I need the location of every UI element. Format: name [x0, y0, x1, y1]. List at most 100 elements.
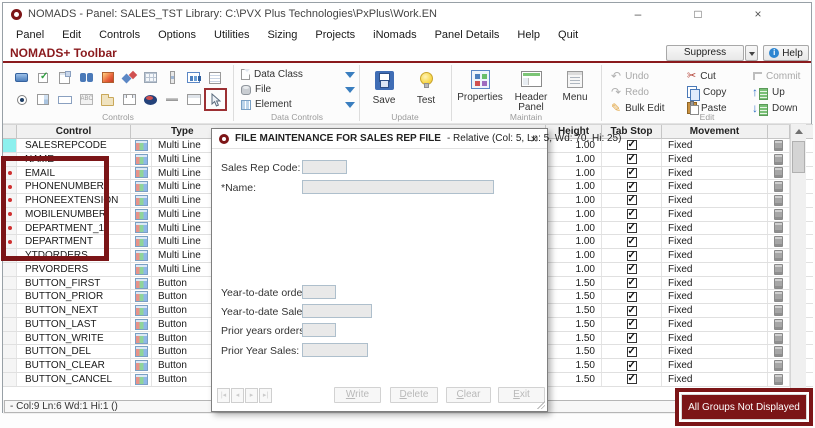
listview-control-icon[interactable]: [207, 69, 224, 86]
chart-control-icon[interactable]: [185, 69, 202, 86]
save-button[interactable]: Save: [365, 68, 403, 106]
tab-stop-checkbox[interactable]: [602, 290, 662, 303]
undo-button[interactable]: ↶ Undo: [611, 69, 649, 83]
menu-options[interactable]: Options: [149, 25, 205, 45]
row-action-button[interactable]: [768, 208, 790, 221]
row-selector-cell[interactable]: [3, 153, 17, 166]
tab-stop-checkbox[interactable]: [602, 263, 662, 276]
tab-stop-checkbox[interactable]: [602, 332, 662, 345]
height-cell[interactable]: 1.00: [546, 249, 602, 262]
row-selector-cell[interactable]: [3, 332, 17, 345]
control-name-cell[interactable]: BUTTON_PRIOR: [17, 290, 131, 303]
control-name-cell[interactable]: DEPARTMENT: [17, 235, 131, 248]
tab-stop-checkbox[interactable]: [602, 345, 662, 358]
menu-controls[interactable]: Controls: [90, 25, 149, 45]
movement-cell[interactable]: Fixed: [662, 332, 768, 345]
row-selector-cell[interactable]: [3, 139, 17, 152]
movement-cell[interactable]: Fixed: [662, 194, 768, 207]
prior-record-button[interactable]: [231, 388, 244, 403]
help-button[interactable]: Help: [763, 45, 809, 61]
menu-panel-details[interactable]: Panel Details: [426, 25, 509, 45]
checkbox-control-icon[interactable]: [35, 69, 52, 86]
row-selector-cell[interactable]: [3, 167, 17, 180]
control-name-cell[interactable]: SALESREPCODE: [17, 139, 131, 152]
row-selector-cell[interactable]: [3, 318, 17, 331]
height-cell[interactable]: 1.50: [546, 277, 602, 290]
control-name-cell[interactable]: NAME: [17, 153, 131, 166]
row-action-button[interactable]: [768, 180, 790, 193]
menu-button[interactable]: Menu: [555, 67, 595, 103]
control-name-cell[interactable]: BUTTON_NEXT: [17, 304, 131, 317]
row-action-button[interactable]: [768, 373, 790, 386]
menu-utilities[interactable]: Utilities: [205, 25, 258, 45]
control-name-cell[interactable]: PHONENUMBER: [17, 180, 131, 193]
height-cell[interactable]: 1.50: [546, 359, 602, 372]
movement-cell[interactable]: Fixed: [662, 304, 768, 317]
element-dropdown-icon[interactable]: [345, 102, 355, 108]
tab-stop-checkbox[interactable]: [602, 153, 662, 166]
menu-sizing[interactable]: Sizing: [258, 25, 306, 45]
row-selector-cell[interactable]: [3, 235, 17, 248]
height-cell[interactable]: 1.50: [546, 373, 602, 386]
row-selector-cell[interactable]: [3, 222, 17, 235]
grid-control-icon[interactable]: [142, 69, 159, 86]
control-name-cell[interactable]: BUTTON_WRITE: [17, 332, 131, 345]
frame-control-icon[interactable]: [185, 91, 202, 108]
separator-control-icon[interactable]: [164, 91, 181, 108]
row-selector-cell[interactable]: [3, 208, 17, 221]
movement-cell[interactable]: Fixed: [662, 263, 768, 276]
maximize-button[interactable]: □: [685, 3, 711, 25]
row-action-button[interactable]: [768, 222, 790, 235]
control-name-cell[interactable]: BUTTON_DEL: [17, 345, 131, 358]
row-action-button[interactable]: [768, 167, 790, 180]
menu-inomads[interactable]: iNomads: [364, 25, 425, 45]
row-action-button[interactable]: [768, 153, 790, 166]
write-button[interactable]: Write: [334, 387, 381, 403]
tab-stop-checkbox[interactable]: [602, 304, 662, 317]
movement-cell[interactable]: Fixed: [662, 249, 768, 262]
dataclass-control-icon[interactable]: [121, 69, 138, 86]
folder-control-icon[interactable]: [99, 91, 116, 108]
control-name-cell[interactable]: PRVORDERS: [17, 263, 131, 276]
control-name-cell[interactable]: YTDORDERS: [17, 249, 131, 262]
radiobutton-control-icon[interactable]: [13, 91, 30, 108]
tab-stop-checkbox[interactable]: [602, 277, 662, 290]
pointer-control-icon[interactable]: [207, 91, 224, 108]
movement-cell[interactable]: Fixed: [662, 222, 768, 235]
textbox-control-icon[interactable]: [56, 91, 73, 108]
movement-cell[interactable]: Fixed: [662, 235, 768, 248]
resize-grip[interactable]: [536, 400, 545, 409]
height-cell[interactable]: 1.00: [546, 235, 602, 248]
movement-cell[interactable]: Fixed: [662, 318, 768, 331]
header-movement[interactable]: Movement: [662, 125, 768, 138]
query-control-icon[interactable]: [78, 69, 95, 86]
menu-projects[interactable]: Projects: [306, 25, 364, 45]
row-action-button[interactable]: [768, 318, 790, 331]
tab-stop-checkbox[interactable]: [602, 359, 662, 372]
movement-cell[interactable]: Fixed: [662, 180, 768, 193]
control-name-cell[interactable]: BUTTON_FIRST: [17, 277, 131, 290]
height-cell[interactable]: 1.00: [546, 263, 602, 276]
test-button[interactable]: Test: [407, 68, 445, 106]
dialog-close-button[interactable]: ×: [526, 131, 542, 147]
ytd-sales-input[interactable]: [302, 304, 372, 318]
tab-stop-checkbox[interactable]: [602, 373, 662, 386]
row-action-button[interactable]: [768, 194, 790, 207]
dialog-title-bar[interactable]: FILE MAINTENANCE FOR SALES REP FILE - Re…: [212, 129, 547, 149]
redo-button[interactable]: ↷ Redo: [611, 85, 649, 99]
control-name-cell[interactable]: BUTTON_LAST: [17, 318, 131, 331]
menu-quit[interactable]: Quit: [549, 25, 587, 45]
movement-cell[interactable]: Fixed: [662, 277, 768, 290]
clear-button[interactable]: Clear: [446, 387, 491, 403]
movement-cell[interactable]: Fixed: [662, 167, 768, 180]
cut-button[interactable]: ✂ Cut: [687, 69, 716, 83]
control-name-cell[interactable]: DEPARTMENT_1: [17, 222, 131, 235]
suppress-groups-dropdown[interactable]: [745, 45, 758, 61]
control-name-cell[interactable]: BUTTON_CLEAR: [17, 359, 131, 372]
height-cell[interactable]: 1.50: [546, 304, 602, 317]
row-action-button[interactable]: [768, 359, 790, 372]
copy-button[interactable]: Copy: [687, 85, 726, 99]
tab-stop-checkbox[interactable]: [602, 235, 662, 248]
height-cell[interactable]: 1.50: [546, 345, 602, 358]
data-class-button[interactable]: Data Class: [241, 68, 355, 81]
